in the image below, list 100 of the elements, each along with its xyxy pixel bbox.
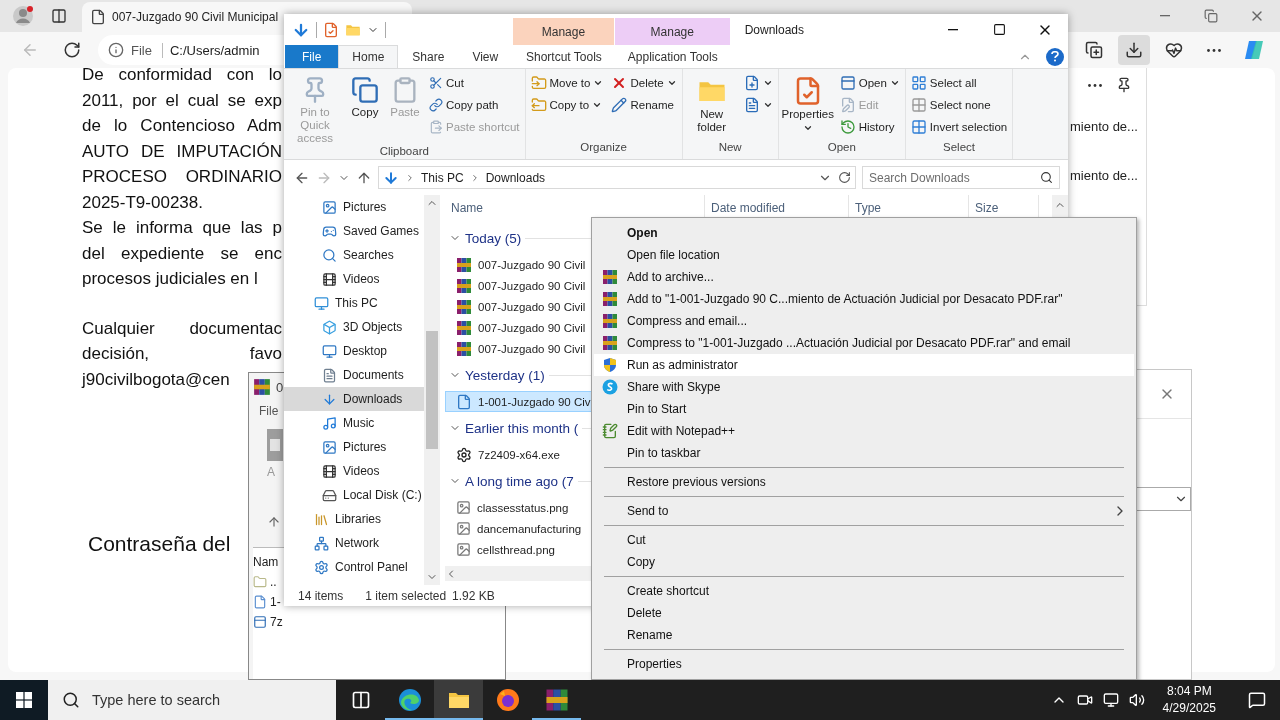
column-header[interactable]: Nam xyxy=(253,552,279,572)
ribbon-button[interactable]: Select all xyxy=(907,72,1011,94)
skype-icon xyxy=(602,379,618,395)
password-label: Contraseña del xyxy=(88,532,231,556)
menu-item[interactable]: Open xyxy=(594,222,1134,244)
nav-item[interactable]: Downloads xyxy=(284,387,424,411)
ribbon-button[interactable]: Move to xyxy=(527,72,607,94)
nav-item[interactable]: This PC xyxy=(284,291,424,315)
address-bar[interactable]: This PC Downloads xyxy=(378,166,856,189)
music-icon xyxy=(322,415,337,431)
status-text: 1.92 KB xyxy=(452,588,495,603)
search-icon xyxy=(322,247,337,263)
clock[interactable]: 8:04 PM 4/29/2025 xyxy=(1154,683,1224,717)
nav-item[interactable]: Videos xyxy=(284,267,424,291)
ribbon-button[interactable]: Rename xyxy=(608,94,680,116)
download-item-title[interactable]: miento de... xyxy=(1070,102,1146,151)
up-arrow-icon xyxy=(267,515,281,529)
ribbon-button[interactable]: Copy xyxy=(346,72,384,119)
menu-item[interactable]: Edit with Notepad++ xyxy=(594,420,1134,442)
ribbon-button[interactable]: History xyxy=(836,116,903,138)
profile-avatar-icon xyxy=(12,5,34,27)
notepad-icon xyxy=(602,423,618,439)
menu-item[interactable]: Rename xyxy=(594,624,1134,646)
status-text: 14 items xyxy=(298,588,344,603)
windows-logo-icon xyxy=(16,692,32,708)
toolbar-label: A xyxy=(267,465,275,479)
menu-item[interactable]: Open file location xyxy=(594,244,1134,266)
documents-icon xyxy=(322,367,337,383)
breadcrumb-item[interactable]: This PC xyxy=(421,170,464,185)
properties-icon xyxy=(323,21,339,38)
menu-item[interactable]: Pin to taskbar xyxy=(594,442,1134,464)
ribbon-button[interactable]: Copy path xyxy=(426,94,523,116)
nav-item[interactable]: 3D Objects xyxy=(284,315,424,339)
nav-item[interactable]: Pictures xyxy=(284,435,424,459)
document-text-line: procesos judiciales en l xyxy=(82,268,258,290)
download-icon xyxy=(1125,41,1143,59)
ribbon-button[interactable]: Properties xyxy=(780,72,835,133)
nav-item[interactable]: Libraries xyxy=(284,507,424,531)
menu-item[interactable]: Delete xyxy=(594,602,1134,624)
libraries-icon xyxy=(314,511,329,527)
dropdown-caret-icon xyxy=(802,123,813,133)
ribbon-tab[interactable]: Home xyxy=(338,45,399,68)
firefox-icon xyxy=(495,688,520,712)
start-button[interactable] xyxy=(0,680,48,720)
menu-item[interactable]: Add to archive... xyxy=(594,266,1134,288)
document-text-line: 2011, por el cual se exp xyxy=(82,89,282,112)
notifications-icon xyxy=(1248,691,1266,709)
nav-item[interactable]: Desktop xyxy=(284,339,424,363)
taskbar-app-button[interactable] xyxy=(434,680,483,720)
ribbon-button[interactable]: Cut xyxy=(426,72,523,94)
archive-books-icon xyxy=(602,313,618,329)
file-thumbnail-icon xyxy=(267,429,283,461)
menu-item[interactable]: Compress to "1-001-Juzgado ...Actuación Judicial por Desacato PDF.rar" and email xyxy=(594,332,1134,354)
ribbon-button[interactable]: Select none xyxy=(907,94,1011,116)
menu-item[interactable]: Cut xyxy=(594,529,1134,551)
archive-books-icon xyxy=(602,335,618,351)
document-text-line: Cualquier documentac xyxy=(82,317,282,340)
address-field[interactable]: File C:/Users/admin xyxy=(98,35,284,65)
menu-item[interactable]: File xyxy=(253,401,279,421)
file-name[interactable]: 7z xyxy=(270,615,283,629)
archive-books-icon xyxy=(456,277,472,294)
nav-item[interactable]: Saved Games xyxy=(284,219,424,243)
file-name[interactable]: .. xyxy=(270,575,277,589)
search-field[interactable]: Search Downloads xyxy=(862,166,1060,189)
nav-item[interactable]: Pictures xyxy=(284,195,424,219)
scrollbar-thumb[interactable] xyxy=(426,331,438,449)
file-name[interactable]: 1- xyxy=(270,595,281,609)
menu-item[interactable]: Add to "1-001-Juzgado 90 C...miento de Actuación Judicial por Desacato PDF.rar" xyxy=(594,288,1134,310)
menu-item[interactable]: Compress and email... xyxy=(594,310,1134,332)
menu-item[interactable]: Restore previous versions xyxy=(594,471,1134,493)
archive-books-icon xyxy=(602,291,618,307)
breadcrumb-item[interactable]: Downloads xyxy=(485,170,546,185)
nav-item[interactable]: Documents xyxy=(284,363,424,387)
menu-item[interactable]: Copy xyxy=(594,551,1134,573)
menu-item[interactable]: Properties xyxy=(594,653,1134,675)
search-icon xyxy=(62,691,80,709)
ribbon-button[interactable]: Delete xyxy=(608,72,680,94)
menu-item[interactable]: Create shortcut xyxy=(594,580,1134,602)
menu-item[interactable]: Run as administrator xyxy=(594,354,1134,376)
nav-item[interactable]: Local Disk (C:) xyxy=(284,483,424,507)
nav-item[interactable]: Videos xyxy=(284,459,424,483)
menu-item[interactable]: Send to xyxy=(594,500,1134,522)
scissors-icon xyxy=(429,76,443,90)
image-file-icon xyxy=(456,542,471,557)
ribbon-button[interactable]: Invert selection xyxy=(907,116,1011,138)
ribbon-button[interactable]: Copy to xyxy=(527,94,607,116)
more-icon xyxy=(1088,83,1102,87)
document-text-line: PROCESO ORDINARIO xyxy=(82,166,282,188)
help-icon[interactable] xyxy=(1046,47,1064,66)
nav-item[interactable]: Control Panel xyxy=(284,555,424,579)
download-item-title[interactable]: miento de... xyxy=(1070,151,1146,200)
nav-item[interactable]: Network xyxy=(284,531,424,555)
nav-item[interactable]: Searches xyxy=(284,243,424,267)
taskbar-search-field[interactable]: Type here to search xyxy=(48,680,336,720)
file-icon xyxy=(253,595,267,609)
ribbon-button[interactable]: Open xyxy=(836,72,903,94)
ribbon-tab[interactable]: File xyxy=(285,45,339,68)
ribbon-button[interactable]: New folder xyxy=(684,72,739,134)
copilot-icon xyxy=(1243,39,1265,61)
nav-item[interactable]: Music xyxy=(284,411,424,435)
